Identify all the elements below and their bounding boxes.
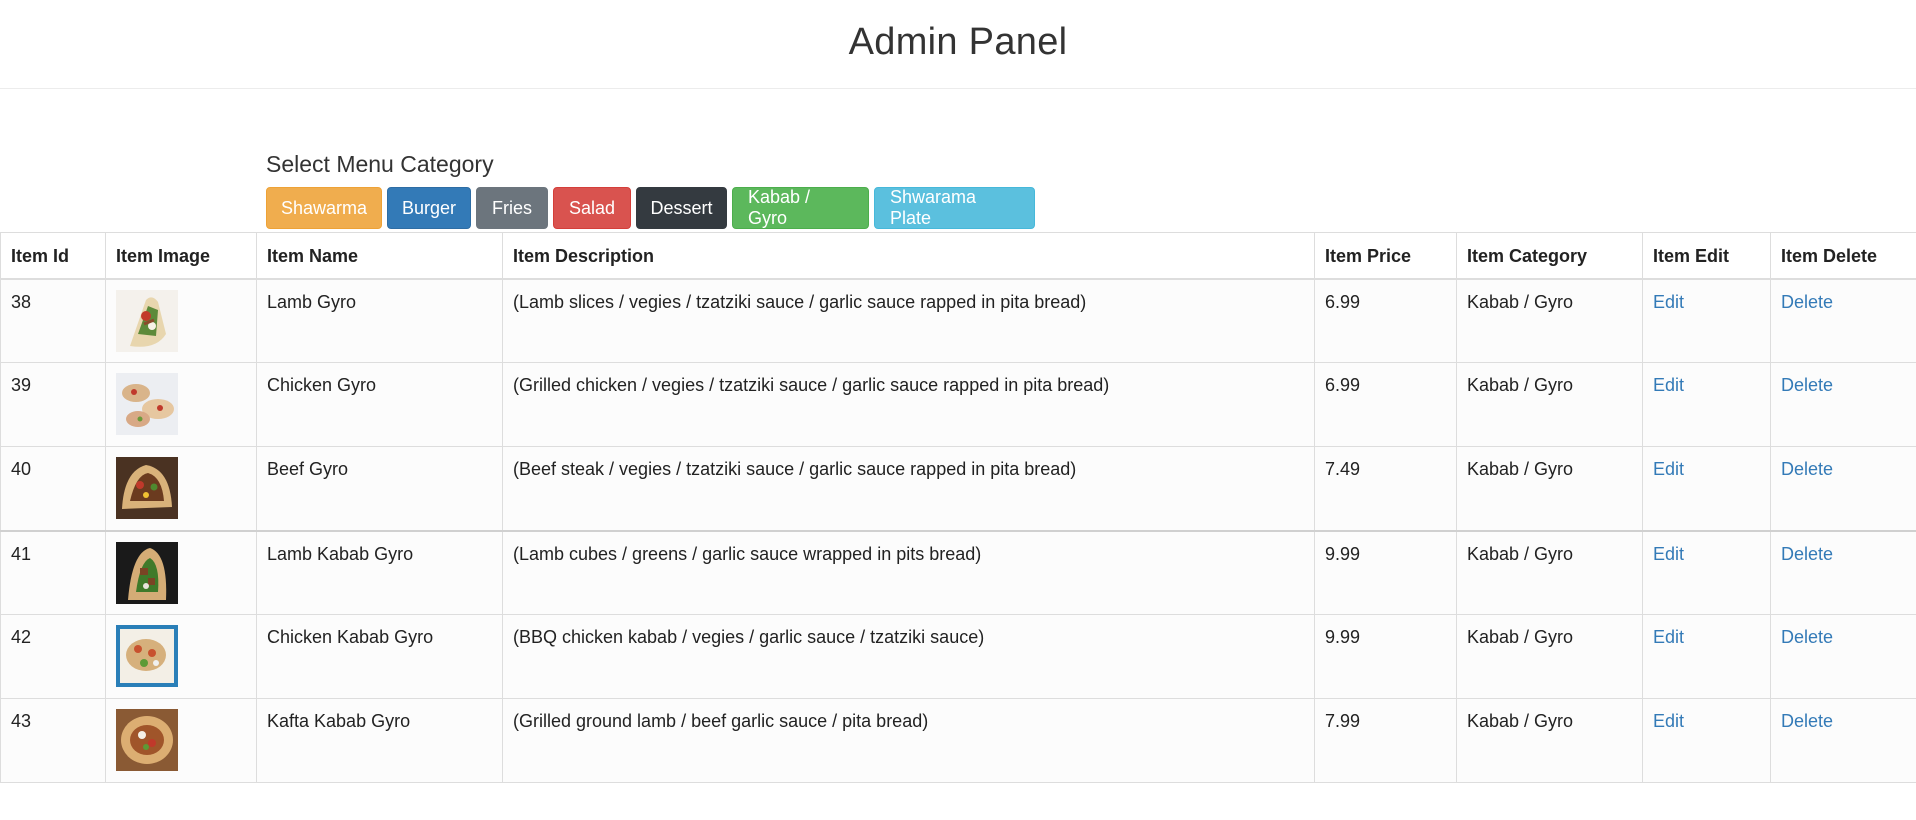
cell-item-image: [105, 614, 257, 699]
cell-item-edit: Edit: [1642, 446, 1771, 531]
cell-item-id: 42: [0, 614, 106, 699]
cell-item-delete: Delete: [1770, 362, 1916, 447]
delete-link[interactable]: Delete: [1781, 711, 1833, 731]
table-row: 40 Beef Gyro (Beef steak / vegies / tzat…: [0, 446, 1916, 531]
table-row: 38 Lamb Gyro (Lamb slices / vegies / tza…: [0, 278, 1916, 363]
lamb-kabab-gyro-image: [116, 541, 178, 604]
category-button-burger[interactable]: Burger: [387, 187, 471, 229]
cell-item-price: 6.99: [1314, 362, 1457, 447]
cell-item-description: (BBQ chicken kabab / vegies / garlic sau…: [502, 614, 1315, 699]
header-item-description: Item Description: [502, 232, 1315, 280]
cell-item-id: 43: [0, 698, 106, 783]
cell-item-edit: Edit: [1642, 278, 1771, 363]
cell-item-price: 9.99: [1314, 614, 1457, 699]
header-item-price: Item Price: [1314, 232, 1457, 280]
items-table: Item Id Item Image Item Name Item Descri…: [0, 232, 1916, 783]
cell-item-description: (Grilled chicken / vegies / tzatziki sau…: [502, 362, 1315, 447]
category-title: Select Menu Category: [266, 151, 494, 177]
table-row: 43 Kafta Kabab Gyro (Grilled ground lamb…: [0, 698, 1916, 783]
cell-item-name: Chicken Gyro: [256, 362, 503, 447]
table-header-row: Item Id Item Image Item Name Item Descri…: [0, 232, 1916, 280]
category-button-shwarama-plate[interactable]: Shwarama Plate: [874, 187, 1035, 229]
delete-link[interactable]: Delete: [1781, 544, 1833, 564]
delete-link[interactable]: Delete: [1781, 375, 1833, 395]
cell-item-name: Lamb Gyro: [256, 278, 503, 363]
cell-item-category: Kabab / Gyro: [1456, 614, 1643, 699]
cell-item-price: 7.99: [1314, 698, 1457, 783]
cell-item-description: (Lamb slices / vegies / tzatziki sauce /…: [502, 278, 1315, 363]
table-row: 39 Chicken Gyro (Grilled chicken / vegie…: [0, 362, 1916, 447]
beef-gyro-image: [116, 457, 178, 519]
cell-item-price: 9.99: [1314, 529, 1457, 615]
cell-item-edit: Edit: [1642, 362, 1771, 447]
cell-item-edit: Edit: [1642, 529, 1771, 615]
kafta-kabab-gyro-image: [116, 709, 178, 771]
cell-item-image: [105, 698, 257, 783]
cell-item-price: 7.49: [1314, 446, 1457, 531]
page-header: Admin Panel: [0, 0, 1916, 89]
cell-item-description: (Grilled ground lamb / beef garlic sauce…: [502, 698, 1315, 783]
header-item-name: Item Name: [256, 232, 503, 280]
cell-item-description: (Lamb cubes / greens / garlic sauce wrap…: [502, 529, 1315, 615]
table-row: 42 Chicken Kabab Gyro (BBQ chicken kabab…: [0, 614, 1916, 699]
delete-link[interactable]: Delete: [1781, 459, 1833, 479]
cell-item-image: [105, 529, 257, 615]
header-item-delete: Item Delete: [1770, 232, 1916, 280]
cell-item-id: 39: [0, 362, 106, 447]
cell-item-category: Kabab / Gyro: [1456, 529, 1643, 615]
category-button-kabab-gyro[interactable]: Kabab / Gyro: [732, 187, 869, 229]
cell-item-name: Chicken Kabab Gyro: [256, 614, 503, 699]
header-item-id: Item Id: [0, 232, 106, 280]
cell-item-name: Lamb Kabab Gyro: [256, 529, 503, 615]
cell-item-delete: Delete: [1770, 614, 1916, 699]
cell-item-delete: Delete: [1770, 698, 1916, 783]
cell-item-category: Kabab / Gyro: [1456, 362, 1643, 447]
delete-link[interactable]: Delete: [1781, 627, 1833, 647]
cell-item-edit: Edit: [1642, 614, 1771, 699]
header-item-edit: Item Edit: [1642, 232, 1771, 280]
cell-item-id: 41: [0, 529, 106, 615]
edit-link[interactable]: Edit: [1653, 375, 1684, 395]
category-button-fries[interactable]: Fries: [476, 187, 548, 229]
edit-link[interactable]: Edit: [1653, 627, 1684, 647]
header-item-category: Item Category: [1456, 232, 1643, 280]
chicken-kabab-gyro-image: [116, 625, 178, 687]
cell-item-delete: Delete: [1770, 278, 1916, 363]
edit-link[interactable]: Edit: [1653, 459, 1684, 479]
delete-link[interactable]: Delete: [1781, 292, 1833, 312]
page-title: Admin Panel: [848, 21, 1068, 63]
lamb-gyro-image: [116, 289, 178, 352]
cell-item-delete: Delete: [1770, 446, 1916, 531]
category-button-dessert[interactable]: Dessert: [636, 187, 727, 229]
edit-link[interactable]: Edit: [1653, 711, 1684, 731]
cell-item-category: Kabab / Gyro: [1456, 698, 1643, 783]
cell-item-image: [105, 446, 257, 531]
chicken-gyro-image: [116, 373, 178, 435]
cell-item-name: Kafta Kabab Gyro: [256, 698, 503, 783]
category-button-salad[interactable]: Salad: [553, 187, 631, 229]
cell-item-id: 38: [0, 278, 106, 363]
header-item-image: Item Image: [105, 232, 257, 280]
category-button-shawarma[interactable]: Shawarma: [266, 187, 382, 229]
cell-item-price: 6.99: [1314, 278, 1457, 363]
cell-item-category: Kabab / Gyro: [1456, 446, 1643, 531]
cell-item-image: [105, 362, 257, 447]
cell-item-category: Kabab / Gyro: [1456, 278, 1643, 363]
edit-link[interactable]: Edit: [1653, 544, 1684, 564]
table-row: 41 Lamb Kabab Gyro (Lamb cubes / greens …: [0, 529, 1916, 615]
cell-item-description: (Beef steak / vegies / tzatziki sauce / …: [502, 446, 1315, 531]
category-selector: Select Menu Category Shawarma Burger Fri…: [266, 150, 1035, 229]
category-buttons: Shawarma Burger Fries Salad Dessert Kaba…: [266, 187, 1035, 229]
cell-item-name: Beef Gyro: [256, 446, 503, 531]
edit-link[interactable]: Edit: [1653, 292, 1684, 312]
cell-item-id: 40: [0, 446, 106, 531]
cell-item-delete: Delete: [1770, 529, 1916, 615]
cell-item-image: [105, 278, 257, 363]
cell-item-edit: Edit: [1642, 698, 1771, 783]
